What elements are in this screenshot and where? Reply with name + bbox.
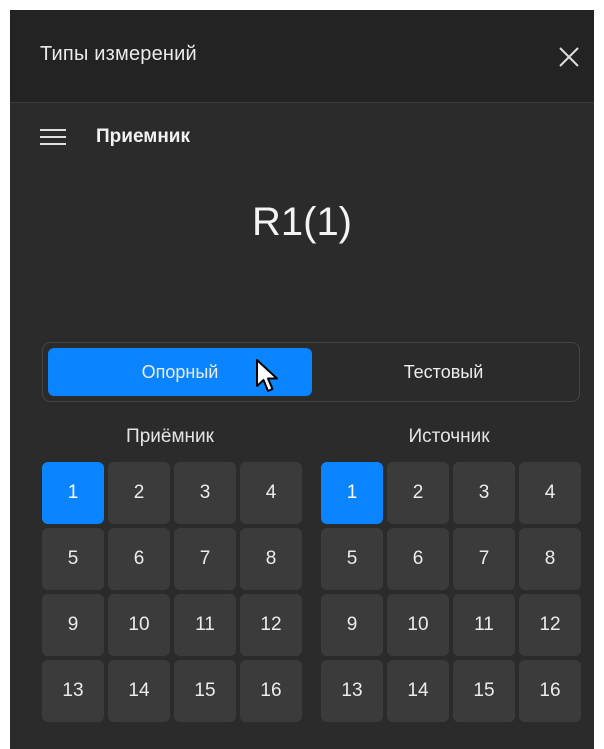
source-port-grid: 1 2 3 4 5 6 7 8 9 10 11 12 13 14 15 16 <box>321 462 585 722</box>
source-port-button[interactable]: 4 <box>519 462 581 524</box>
mouse-pointer-icon <box>254 358 282 394</box>
receiver-port-button[interactable]: 1 <box>42 462 104 524</box>
source-port-button[interactable]: 16 <box>519 660 581 722</box>
measurement-value: R1(1) <box>251 200 353 244</box>
source-label: Источник <box>408 426 490 447</box>
receiver-port-button[interactable]: 16 <box>240 660 302 722</box>
source-port-button[interactable]: 11 <box>453 594 515 656</box>
receiver-port-button[interactable]: 5 <box>42 528 104 590</box>
receiver-port-button[interactable]: 7 <box>174 528 236 590</box>
source-port-button[interactable]: 2 <box>387 462 449 524</box>
test-button[interactable]: Тестовый <box>312 348 575 396</box>
section-header: Приемник <box>40 122 190 152</box>
receiver-port-button[interactable]: 10 <box>108 594 170 656</box>
source-port-button[interactable]: 3 <box>453 462 515 524</box>
receiver-port-button[interactable]: 14 <box>108 660 170 722</box>
receiver-port-button[interactable]: 13 <box>42 660 104 722</box>
reference-test-toggle: Опорный Тестовый <box>42 342 580 402</box>
source-port-button[interactable]: 15 <box>453 660 515 722</box>
receiver-label: Приёмник <box>126 426 214 447</box>
source-port-button[interactable]: 9 <box>321 594 383 656</box>
source-port-button[interactable]: 12 <box>519 594 581 656</box>
receiver-port-button[interactable]: 11 <box>174 594 236 656</box>
title-bar: Типы измерений <box>10 10 594 103</box>
receiver-port-button[interactable]: 9 <box>42 594 104 656</box>
receiver-port-grid: 1 2 3 4 5 6 7 8 9 10 11 12 13 14 15 16 <box>42 462 306 722</box>
section-title: Приемник <box>96 126 190 147</box>
source-port-button[interactable]: 10 <box>387 594 449 656</box>
source-port-button[interactable]: 7 <box>453 528 515 590</box>
receiver-port-button[interactable]: 6 <box>108 528 170 590</box>
hamburger-menu-icon[interactable] <box>40 126 66 148</box>
close-icon[interactable] <box>554 42 584 72</box>
source-port-button[interactable]: 5 <box>321 528 383 590</box>
source-port-button[interactable]: 1 <box>321 462 383 524</box>
receiver-port-button[interactable]: 8 <box>240 528 302 590</box>
dialog-title: Типы измерений <box>40 43 197 65</box>
measurement-types-dialog: Типы измерений Приемник R1(1) Опорный Те… <box>10 10 594 749</box>
source-port-button[interactable]: 8 <box>519 528 581 590</box>
receiver-port-button[interactable]: 3 <box>174 462 236 524</box>
source-port-button[interactable]: 14 <box>387 660 449 722</box>
source-port-button[interactable]: 13 <box>321 660 383 722</box>
source-port-button[interactable]: 6 <box>387 528 449 590</box>
receiver-port-button[interactable]: 15 <box>174 660 236 722</box>
receiver-port-button[interactable]: 4 <box>240 462 302 524</box>
receiver-port-button[interactable]: 12 <box>240 594 302 656</box>
receiver-port-button[interactable]: 2 <box>108 462 170 524</box>
